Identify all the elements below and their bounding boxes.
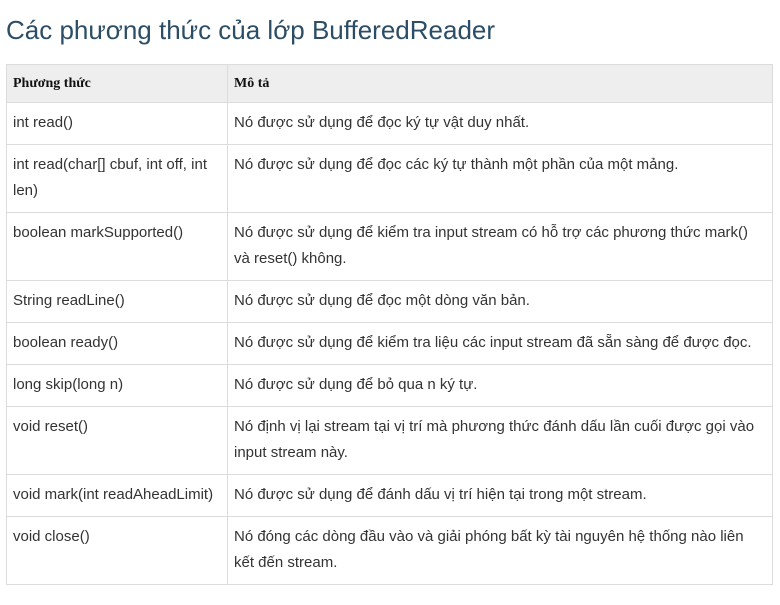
column-header-description: Mô tả bbox=[227, 64, 773, 103]
table-row: void reset() Nó định vị lại stream tại v… bbox=[6, 406, 773, 475]
description-cell: Nó được sử dụng để đọc một dòng văn bản. bbox=[227, 280, 773, 323]
method-cell: String readLine() bbox=[6, 280, 228, 323]
table-row: long skip(long n) Nó được sử dụng để bỏ … bbox=[6, 364, 773, 407]
table-row: void close() Nó đóng các dòng đầu vào và… bbox=[6, 516, 773, 585]
page-title: Các phương thức của lớp BufferedReader bbox=[6, 15, 496, 45]
table-row: boolean ready() Nó được sử dụng để kiểm … bbox=[6, 322, 773, 365]
description-cell: Nó được sử dụng để đánh dấu vị trí hiện … bbox=[227, 474, 773, 517]
method-cell: void reset() bbox=[6, 406, 228, 475]
table-row: String readLine() Nó được sử dụng để đọc… bbox=[6, 280, 773, 323]
description-cell: Nó được sử dụng để kiểm tra input stream… bbox=[227, 212, 773, 281]
table-row: void mark(int readAheadLimit) Nó được sử… bbox=[6, 474, 773, 517]
method-cell: void mark(int readAheadLimit) bbox=[6, 474, 228, 517]
method-cell: boolean ready() bbox=[6, 322, 228, 365]
description-cell: Nó được sử dụng để đọc các ký tự thành m… bbox=[227, 144, 773, 213]
column-header-method: Phương thức bbox=[6, 64, 228, 103]
description-cell: Nó được sử dụng để bỏ qua n ký tự. bbox=[227, 364, 773, 407]
method-cell: int read(char[] cbuf, int off, int len) bbox=[6, 144, 228, 213]
table-row: int read() Nó được sử dụng để đọc ký tự … bbox=[6, 102, 773, 145]
table-row: boolean markSupported() Nó được sử dụng … bbox=[6, 212, 773, 281]
methods-table: Phương thức Mô tả int read() Nó được sử … bbox=[6, 64, 773, 585]
description-cell: Nó được sử dụng để đọc ký tự vật duy nhấ… bbox=[227, 102, 773, 145]
table-header-row: Phương thức Mô tả bbox=[6, 64, 773, 103]
method-cell: long skip(long n) bbox=[6, 364, 228, 407]
method-cell: void close() bbox=[6, 516, 228, 585]
method-cell: boolean markSupported() bbox=[6, 212, 228, 281]
description-cell: Nó được sử dụng để kiểm tra liệu các inp… bbox=[227, 322, 773, 365]
description-cell: Nó định vị lại stream tại vị trí mà phươ… bbox=[227, 406, 773, 475]
table-row: int read(char[] cbuf, int off, int len) … bbox=[6, 144, 773, 213]
method-cell: int read() bbox=[6, 102, 228, 145]
description-cell: Nó đóng các dòng đầu vào và giải phóng b… bbox=[227, 516, 773, 585]
